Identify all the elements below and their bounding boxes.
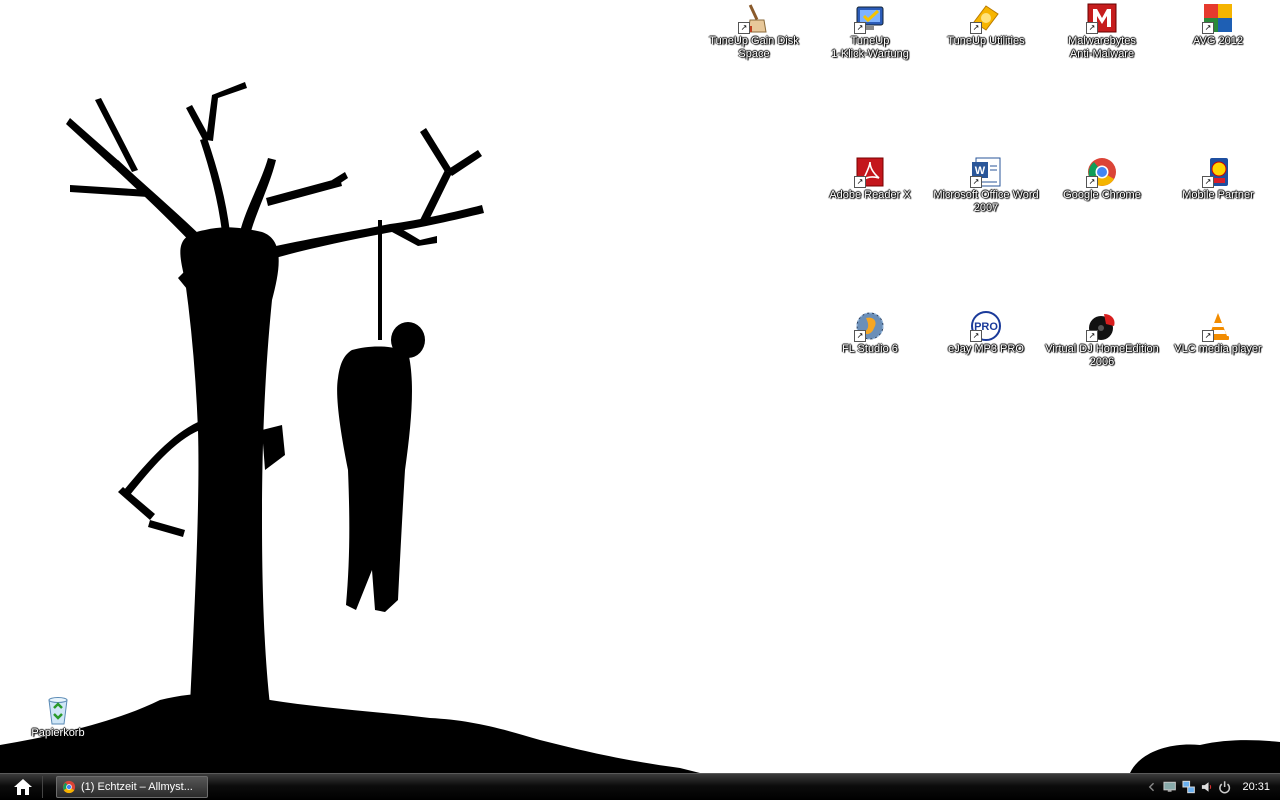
- desktop-icon-label: TuneUp 1-Klick-Wartung: [831, 35, 909, 60]
- desktop-icon-label: Mobile Partner: [1182, 189, 1254, 201]
- taskbar: (1) Echtzeit – Allmyst... 20:31: [0, 773, 1280, 800]
- desktop-icon-adobe-reader-x[interactable]: ↗ Adobe Reader X: [812, 156, 928, 202]
- recycle-bin-icon: [42, 694, 74, 726]
- tuneup-icon: ↗: [970, 2, 1002, 34]
- taskbar-task-label: (1) Echtzeit – Allmyst...: [81, 781, 193, 793]
- broom-icon: ↗: [738, 2, 770, 34]
- monitor-icon[interactable]: [1163, 780, 1177, 794]
- chevron-left-icon[interactable]: [1145, 780, 1158, 794]
- virtual-dj-icon: ↗: [1086, 310, 1118, 342]
- desktop-icon-label: VLC media player: [1174, 343, 1262, 355]
- desktop-icon-avg-2012[interactable]: ↗ AVG 2012: [1160, 2, 1276, 48]
- malwarebytes-icon: ↗: [1086, 2, 1118, 34]
- fl-studio-icon: ↗: [854, 310, 886, 342]
- start-button[interactable]: [4, 776, 43, 798]
- desktop-icon-label: Google Chrome: [1063, 189, 1141, 201]
- desktop-icon-mobile-partner[interactable]: ↗ Mobile Partner: [1160, 156, 1276, 202]
- desktop-icon-label: TuneUp Utilities: [947, 35, 1025, 47]
- desktop-icon-ejay-mp3-pro[interactable]: PRO ↗ eJay MP3 PRO: [928, 310, 1044, 356]
- network-icon[interactable]: [1182, 780, 1195, 794]
- ejay-pro-icon: PRO ↗: [970, 310, 1002, 342]
- wallpaper-tree-silhouette: [0, 82, 1280, 773]
- desktop-icon-label: TuneUp Gain Disk Space: [709, 35, 799, 60]
- desktop-icon-label: FL Studio 6: [842, 343, 898, 355]
- desktop-icon-tuneup-utilities[interactable]: ↗ TuneUp Utilities: [928, 2, 1044, 48]
- desktop-icon-label: Adobe Reader X: [829, 189, 911, 201]
- chrome-icon: ↗: [1086, 156, 1118, 188]
- word-icon: W ↗: [970, 156, 1002, 188]
- desktop-icon-virtual-dj[interactable]: ↗ Virtual DJ HomeEdition 2006: [1044, 310, 1160, 369]
- monitor-check-icon: ↗: [854, 2, 886, 34]
- desktop-icon-recycle-bin[interactable]: Papierkorb: [0, 694, 116, 740]
- desktop-icon-tuneup-1-klick-wartung[interactable]: ↗ TuneUp 1-Klick-Wartung: [812, 2, 928, 61]
- volume-icon[interactable]: [1200, 780, 1213, 794]
- vlc-icon: ↗: [1202, 310, 1234, 342]
- desktop-icon-malwarebytes[interactable]: ↗ Malwarebytes Anti-Malware: [1044, 2, 1160, 61]
- desktop-icon-label: AVG 2012: [1193, 35, 1243, 47]
- desktop-icon-tuneup-gain-disk-space[interactable]: ↗ TuneUp Gain Disk Space: [696, 2, 812, 61]
- desktop-icon-microsoft-office-word[interactable]: W ↗ Microsoft Office Word 2007: [928, 156, 1044, 215]
- desktop-icon-label: Papierkorb: [31, 727, 85, 739]
- desktop-icon-label: eJay MP3 PRO: [948, 343, 1024, 355]
- power-icon[interactable]: [1218, 780, 1231, 794]
- desktop-icon-fl-studio-6[interactable]: ↗ FL Studio 6: [812, 310, 928, 356]
- desktop-icon-google-chrome[interactable]: ↗ Google Chrome: [1044, 156, 1160, 202]
- taskbar-task-chrome-window[interactable]: (1) Echtzeit – Allmyst...: [56, 776, 208, 798]
- avg-icon: ↗: [1202, 2, 1234, 34]
- system-tray: 20:31: [1145, 774, 1280, 800]
- chrome-icon: [62, 780, 76, 794]
- home-icon: [14, 779, 32, 795]
- adobe-reader-icon: ↗: [854, 156, 886, 188]
- desktop-icon-label: Virtual DJ HomeEdition 2006: [1045, 343, 1159, 368]
- desktop-icon-label: Malwarebytes Anti-Malware: [1068, 35, 1136, 60]
- desktop-icon-vlc-media-player[interactable]: ↗ VLC media player: [1160, 310, 1276, 356]
- lidl-mobile-icon: ↗: [1202, 156, 1234, 188]
- clock[interactable]: 20:31: [1242, 781, 1270, 793]
- desktop-icon-label: Microsoft Office Word 2007: [933, 189, 1039, 214]
- desktop[interactable]: ↗ TuneUp Gain Disk Space ↗ TuneUp 1-Klic…: [0, 0, 1280, 773]
